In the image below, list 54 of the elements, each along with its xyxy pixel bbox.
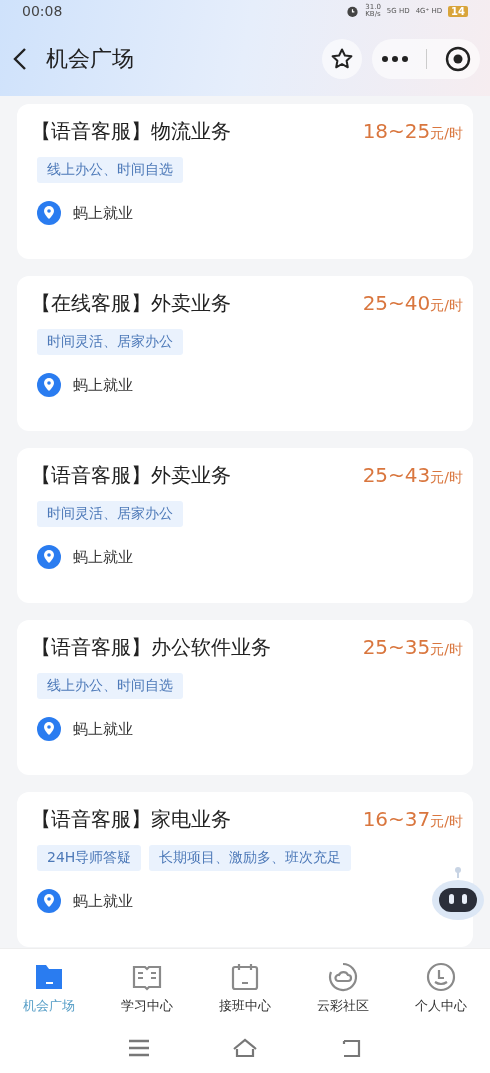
calendar-icon [229, 961, 261, 993]
job-card[interactable]: 【在线客服】外卖业务 25~40元/时 时间灵活、居家办公 蚂上就业 [17, 276, 473, 431]
close-icon[interactable] [445, 46, 472, 72]
price-unit: 元/时 [430, 297, 463, 315]
company-name: 蚂上就业 [73, 547, 133, 567]
tab-item[interactable]: 接班中心 [196, 949, 294, 1027]
location-icon [37, 889, 61, 913]
cloud-icon [327, 961, 359, 993]
price-range: 25~40 [362, 291, 431, 315]
job-tag: 长期项目、激励多、班次充足 [149, 845, 352, 871]
tab-item[interactable]: 云彩社区 [294, 949, 392, 1027]
company-name: 蚂上就业 [73, 719, 133, 739]
alarm-icon [346, 4, 360, 18]
job-card[interactable]: 【语音客服】物流业务 18~25元/时 线上办公、时间自选 蚂上就业 [17, 104, 473, 259]
home-icon[interactable] [232, 1037, 258, 1059]
price-range: 18~25 [362, 119, 431, 143]
clock-icon [425, 961, 457, 993]
favorite-button[interactable] [322, 39, 362, 79]
company-name: 蚂上就业 [73, 891, 133, 911]
star-icon[interactable] [330, 47, 354, 71]
robot-assistant-icon[interactable] [430, 866, 486, 922]
job-tag: 时间灵活、居家办公 [37, 329, 183, 355]
job-title: 【语音客服】物流业务 [31, 118, 231, 145]
more-icon[interactable] [380, 55, 409, 63]
job-card[interactable]: 【语音客服】家电业务 16~37元/时 24H导师答疑 长期项目、激励多、班次充足 蚂上就业 [17, 792, 473, 947]
price-unit: 元/时 [430, 641, 463, 659]
location-icon [37, 545, 61, 569]
job-card[interactable]: 【语音客服】外卖业务 25~43元/时 时间灵活、居家办公 蚂上就业 [17, 448, 473, 603]
price-range: 25~43 [362, 463, 431, 487]
location-icon [37, 373, 61, 397]
location-icon [37, 717, 61, 741]
battery-level: 14 [448, 5, 468, 17]
job-title: 【在线客服】外卖业务 [31, 290, 231, 317]
job-tag: 24H导师答疑 [37, 845, 142, 871]
price-unit: 元/时 [430, 469, 463, 487]
job-title: 【语音客服】家电业务 [31, 806, 231, 833]
tab-item[interactable]: 个人中心 [392, 949, 490, 1027]
price-unit: 元/时 [430, 125, 463, 143]
job-tag: 线上办公、时间自选 [37, 157, 183, 183]
status-time: 00:08 [22, 3, 63, 19]
job-tag: 线上办公、时间自选 [37, 673, 183, 699]
job-tag: 时间灵活、居家办公 [37, 501, 183, 527]
job-card[interactable]: 【语音客服】办公软件业务 25~35元/时 线上办公、时间自选 蚂上就业 [17, 620, 473, 775]
location-icon [37, 201, 61, 225]
price-range: 25~35 [362, 635, 431, 659]
job-title: 【语音客服】办公软件业务 [31, 634, 271, 661]
menu-icon[interactable] [126, 1037, 152, 1059]
job-title: 【语音客服】外卖业务 [31, 462, 231, 489]
price-unit: 元/时 [430, 813, 463, 831]
page-title: 机会广场 [46, 45, 134, 73]
tab-item[interactable]: 学习中心 [98, 949, 196, 1027]
company-name: 蚂上就业 [73, 375, 133, 395]
price-range: 16~37 [362, 807, 431, 831]
company-name: 蚂上就业 [73, 203, 133, 223]
